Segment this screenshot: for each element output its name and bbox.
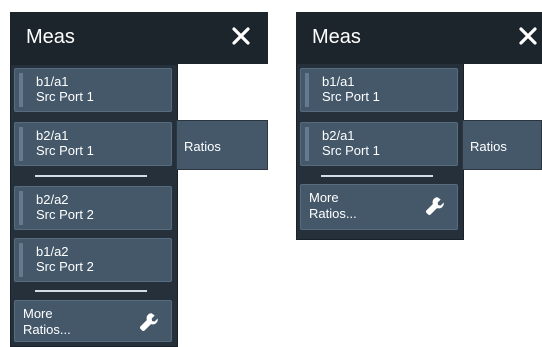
drag-grip-icon	[19, 191, 23, 225]
close-icon	[519, 27, 537, 45]
item-label: b2/a1	[322, 128, 355, 143]
wrench-icon	[426, 197, 444, 215]
item-label: b2/a2	[36, 192, 69, 207]
item-label: b1/a1	[322, 74, 355, 89]
separator	[35, 290, 147, 292]
more-ratios-button[interactable]: More Ratios...	[14, 300, 172, 342]
more-label: More	[309, 190, 339, 205]
close-button[interactable]	[516, 24, 540, 48]
drag-grip-icon	[19, 243, 23, 277]
item-label: b1/a2	[36, 244, 69, 259]
close-button[interactable]	[229, 24, 253, 48]
wrench-icon	[140, 313, 158, 331]
separator	[35, 175, 147, 177]
item-sublabel: Src Port 2	[36, 207, 94, 222]
drag-grip-icon	[305, 73, 309, 107]
meas-item-b1a1[interactable]: b1/a1 Src Port 1	[14, 68, 172, 112]
meas-item-b2a2[interactable]: b2/a2 Src Port 2	[14, 186, 172, 230]
meas-item-b2a1[interactable]: b2/a1 Src Port 1	[14, 122, 172, 166]
item-sublabel: Src Port 2	[36, 259, 94, 274]
item-sublabel: Src Port 1	[36, 143, 94, 158]
item-label: b1/a1	[36, 74, 69, 89]
meas-item-b1a2[interactable]: b1/a2 Src Port 2	[14, 238, 172, 282]
ratios-submenu-right[interactable]: Ratios	[462, 120, 542, 170]
item-sublabel: Src Port 1	[322, 89, 380, 104]
ratios-submenu-left[interactable]: Ratios	[176, 120, 268, 170]
more-label: More	[23, 306, 53, 321]
close-icon	[232, 27, 250, 45]
item-label: b2/a1	[36, 128, 69, 143]
meas-item-b1a1[interactable]: b1/a1 Src Port 1	[300, 68, 458, 112]
item-sublabel: Src Port 1	[36, 89, 94, 104]
item-sublabel: Src Port 1	[322, 143, 380, 158]
meas-item-b2a1[interactable]: b2/a1 Src Port 1	[300, 122, 458, 166]
drag-grip-icon	[19, 73, 23, 107]
panel-title: Meas	[26, 26, 75, 48]
more-sublabel: Ratios...	[23, 322, 71, 337]
separator	[321, 175, 433, 177]
submenu-label: Ratios	[184, 139, 221, 154]
drag-grip-icon	[19, 127, 23, 161]
drag-grip-icon	[305, 127, 309, 161]
more-sublabel: Ratios...	[309, 206, 357, 221]
more-ratios-button[interactable]: More Ratios...	[300, 184, 458, 230]
panel-title: Meas	[312, 26, 361, 48]
submenu-label: Ratios	[470, 139, 507, 154]
